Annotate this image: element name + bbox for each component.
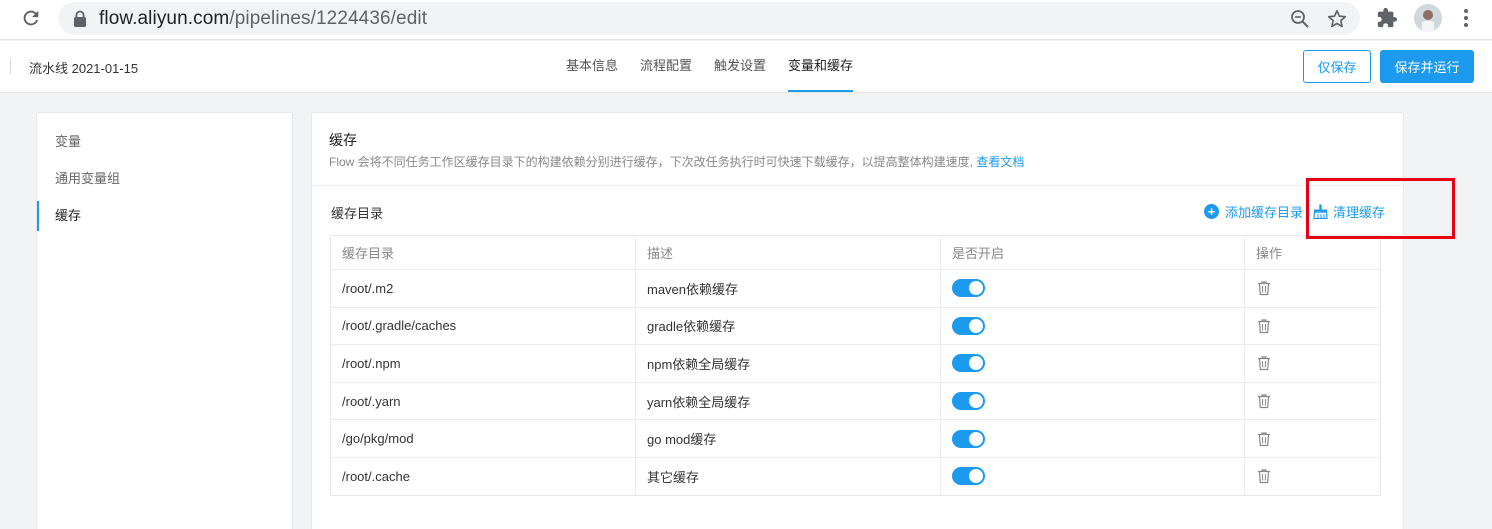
enable-toggle[interactable] <box>952 429 985 448</box>
cache-dir-cell: /root/.m2 <box>342 280 394 296</box>
enabled-cell <box>940 382 1244 420</box>
actions-cell <box>1244 420 1380 457</box>
cache-dir-cell: /go/pkg/mod <box>342 431 414 447</box>
sidebar-item-common-variable-group[interactable]: 通用变量组 <box>37 164 292 194</box>
table-row: /root/.cache 其它缓存 <box>331 456 1380 495</box>
cache-table: 缓存目录 描述 是否开启 操作 /root/.m2 maven依赖缓存/root/… <box>330 235 1381 496</box>
cache-panel: 缓存 Flow 会将不同任务工作区缓存目录下的构建依赖分别进行缓存，下次改任务执… <box>311 112 1404 529</box>
add-cache-dir-label: 添加缓存目录 <box>1225 205 1304 220</box>
save-and-run-button[interactable]: 保存并运行 <box>1380 50 1474 83</box>
cache-dir-cell: /root/.gradle/caches <box>342 318 457 334</box>
tab-trigger-settings[interactable]: 触发设置 <box>714 41 766 93</box>
description-cell: go mod缓存 <box>635 420 940 457</box>
enabled-cell <box>940 420 1244 457</box>
trash-icon[interactable] <box>1256 280 1272 296</box>
table-body: /root/.m2 maven依赖缓存/root/.gradle/caches gr… <box>331 269 1380 495</box>
column-header: 缓存目录 <box>342 246 395 261</box>
tab-basic-info[interactable]: 基本信息 <box>566 41 618 93</box>
description-cell: 其它缓存 <box>635 457 940 495</box>
cache-dir-cell: /root/.npm <box>342 355 401 371</box>
browser-toolbar: flow.aliyun.com/pipelines/1224436/edit <box>0 0 1492 40</box>
section-title: 缓存目录 <box>331 206 384 221</box>
enable-toggle[interactable] <box>952 354 985 373</box>
description-cell: maven依赖缓存 <box>635 270 940 307</box>
trash-icon[interactable] <box>1256 468 1272 484</box>
actions-cell <box>1244 345 1380 382</box>
actions-cell <box>1244 382 1380 420</box>
more-vert-icon[interactable] <box>1458 7 1474 29</box>
column-header: 描述 <box>635 236 940 269</box>
url-text[interactable]: flow.aliyun.com/pipelines/1224436/edit <box>99 8 427 30</box>
actions-cell <box>1244 457 1380 495</box>
address-bar[interactable]: flow.aliyun.com/pipelines/1224436/edit <box>58 2 1360 35</box>
cache-dir-cell: /root/.cache <box>342 468 410 484</box>
enable-toggle[interactable] <box>952 316 985 335</box>
divider <box>312 185 1403 186</box>
lock-icon[interactable] <box>72 10 88 28</box>
reload-icon[interactable] <box>20 7 42 29</box>
zoom-icon[interactable] <box>1290 9 1310 29</box>
description-cell: yarn依赖全局缓存 <box>635 382 940 420</box>
sidebar: 变量 通用变量组 缓存 <box>36 112 293 529</box>
panel-description: Flow 会将不同任务工作区缓存目录下的构建依赖分别进行缓存，下次改任务执行时可… <box>329 155 1025 169</box>
trash-icon[interactable] <box>1256 318 1272 334</box>
sidebar-item-cache[interactable]: 缓存 <box>37 201 292 231</box>
enabled-cell <box>940 457 1244 495</box>
sidebar-item-variables[interactable]: 变量 <box>37 127 292 157</box>
config-tabs: 基本信息 流程配置 触发设置 变量和缓存 <box>566 41 875 93</box>
actions-cell <box>1244 270 1380 307</box>
profile-avatar[interactable] <box>1414 4 1442 32</box>
column-header: 操作 <box>1244 236 1380 269</box>
enable-toggle[interactable] <box>952 279 985 298</box>
highlight-box <box>1306 178 1455 239</box>
enable-toggle[interactable] <box>952 467 985 486</box>
panel-title: 缓存 <box>329 132 357 148</box>
view-docs-link[interactable]: 查看文档 <box>976 155 1024 169</box>
trash-icon[interactable] <box>1256 393 1272 409</box>
table-row: /root/.yarn yarn依赖全局缓存 <box>331 381 1380 420</box>
save-button[interactable]: 仅保存 <box>1303 50 1371 83</box>
divider <box>10 58 11 74</box>
enabled-cell <box>940 270 1244 307</box>
plus-circle-icon: + <box>1204 204 1219 219</box>
add-cache-dir-button[interactable]: + 添加缓存目录 <box>1204 202 1303 221</box>
enable-toggle[interactable] <box>952 392 985 411</box>
trash-icon[interactable] <box>1256 431 1272 447</box>
description-cell: npm依赖全局缓存 <box>635 345 940 382</box>
table-row: /go/pkg/mod go mod缓存 <box>331 419 1380 457</box>
table-row: /root/.gradle/caches gradle依赖缓存 <box>331 306 1380 345</box>
enabled-cell <box>940 307 1244 345</box>
enabled-cell <box>940 345 1244 382</box>
table-row: /root/.npm npm依赖全局缓存 <box>331 344 1380 382</box>
bookmark-star-icon[interactable] <box>1326 8 1348 30</box>
table-row: /root/.m2 maven依赖缓存 <box>331 269 1380 307</box>
app-header: 流水线 2021-01-15 基本信息 流程配置 触发设置 变量和缓存 仅保存 … <box>0 41 1492 93</box>
trash-icon[interactable] <box>1256 355 1272 371</box>
extensions-puzzle-icon[interactable] <box>1376 7 1398 29</box>
column-header: 是否开启 <box>940 236 1244 269</box>
tab-variables-cache[interactable]: 变量和缓存 <box>788 41 854 93</box>
cache-dir-cell: /root/.yarn <box>342 393 401 409</box>
table-header: 缓存目录 描述 是否开启 操作 <box>331 236 1380 269</box>
description-cell: gradle依赖缓存 <box>635 307 940 345</box>
pipeline-name: 流水线 2021-01-15 <box>29 61 139 76</box>
actions-cell <box>1244 307 1380 345</box>
tab-flow-config[interactable]: 流程配置 <box>640 41 692 93</box>
